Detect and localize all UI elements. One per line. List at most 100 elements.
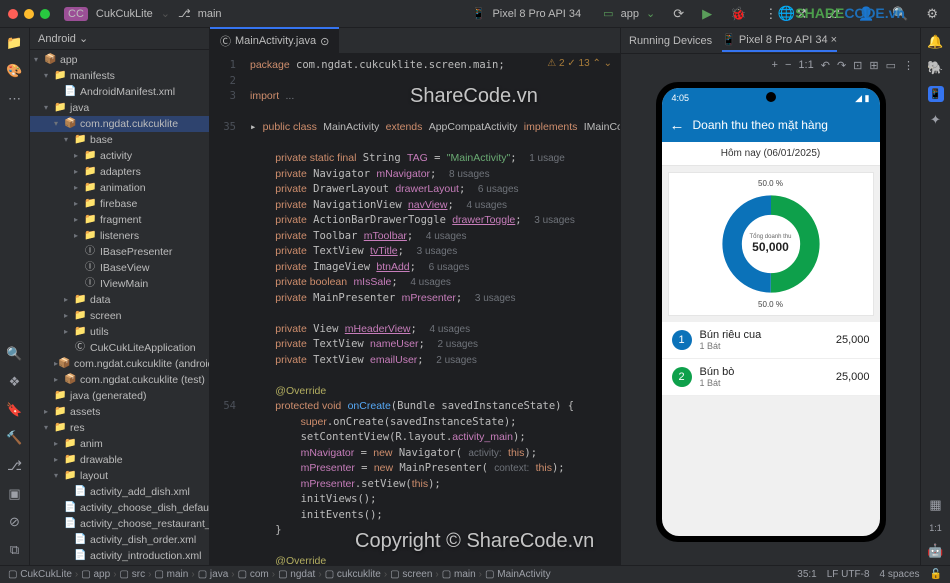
device-panel: Running Devices 📱 Pixel 8 Pro API 34 × +… [620, 28, 920, 565]
list-item[interactable]: 2Bún bò1 Bát25,000 [662, 359, 880, 396]
tree-item[interactable]: 📄activity_choose_dish_default.x [30, 500, 209, 516]
indent-info[interactable]: 4 spaces [880, 569, 920, 580]
tree-item[interactable]: 📁java (generated) [30, 388, 209, 404]
back-button[interactable]: ← [670, 117, 685, 134]
tree-item[interactable]: ▸📁listeners [30, 228, 209, 244]
bookmarks-icon[interactable]: 🔖 [6, 401, 24, 419]
zoom-fit-icon[interactable]: 1:1 [798, 59, 813, 71]
readonly-icon[interactable]: 🔓 [930, 569, 942, 580]
running-devices-label[interactable]: Running Devices [629, 35, 712, 47]
inspection-widget[interactable]: ⚠ 2 ✓ 13 ⌃ ⌄ [547, 58, 612, 69]
device-manager-icon[interactable]: 📱 [928, 86, 944, 102]
tree-item[interactable]: ⒾIBaseView [30, 260, 209, 276]
device-selector[interactable]: 📱 Pixel 8 Pro API 34 [472, 7, 585, 20]
ai-assistant-icon[interactable]: ✦ [930, 112, 941, 128]
resource-manager-icon[interactable]: 🎨 [6, 62, 24, 80]
toggle-icon[interactable]: ⊞ [869, 59, 878, 72]
caret-position[interactable]: 35:1 [797, 569, 816, 580]
editor-tabs: Ⓒ MainActivity.java ⊙ [210, 28, 620, 54]
zoom-out-icon[interactable]: − [785, 59, 791, 71]
tree-item[interactable]: ▾📦com.ngdat.cukcuklite [30, 116, 209, 132]
settings-icon[interactable]: ⚙ [926, 6, 938, 22]
structure-icon[interactable]: ❖ [6, 373, 24, 391]
services-icon[interactable]: ▣ [6, 485, 24, 503]
tree-item[interactable]: ▾📁java [30, 100, 209, 116]
aspect-ratio-icon[interactable]: 1:1 [929, 523, 942, 533]
screenshot-icon[interactable]: ⊡ [853, 59, 862, 72]
tree-item[interactable]: ⒾIBasePresenter [30, 244, 209, 260]
tree-item[interactable]: ▾📁manifests [30, 68, 209, 84]
project-tool-icon[interactable]: 📁 [6, 34, 24, 52]
project-tree[interactable]: ▾📦app▾📁manifests📄AndroidManifest.xml▾📁ja… [30, 50, 209, 565]
refresh-icon[interactable]: ⟳ [673, 6, 684, 22]
tree-item[interactable]: 📄AndroidManifest.xml [30, 84, 209, 100]
notifications-icon[interactable]: 🔔 [927, 34, 943, 50]
breadcrumb[interactable]: ▢ CukCukLite›▢ app›▢ src›▢ main›▢ java›▢… [8, 569, 551, 580]
donut-chart: Tổng doanh thu 50,000 [721, 194, 821, 294]
tree-item[interactable]: 📄activity_main.xml [30, 564, 209, 565]
more-icon[interactable]: ⋮ [764, 6, 777, 22]
tree-item[interactable]: ▸📦com.ngdat.cukcuklite (androidTe [30, 356, 209, 372]
camera-notch [766, 92, 776, 102]
layout-inspector-icon[interactable]: ▦ [929, 497, 941, 513]
tree-item[interactable]: 📄activity_introduction.xml [30, 548, 209, 564]
zoom-in-icon[interactable]: + [772, 59, 778, 71]
more-tool-icon[interactable]: ⋯ [6, 90, 24, 108]
line-numbers: 123 35 54 [210, 54, 242, 565]
rotate-right-icon[interactable]: ↷ [837, 59, 846, 72]
tree-item[interactable]: ▸📁assets [30, 404, 209, 420]
pin-icon[interactable]: ⊙ [320, 35, 329, 48]
run-icon[interactable]: ▶ [702, 6, 712, 22]
debug-icon[interactable]: 🐞 [730, 6, 746, 22]
tree-item[interactable]: ▾📦app [30, 52, 209, 68]
editor-area: Ⓒ MainActivity.java ⊙ ⚠ 2 ✓ 13 ⌃ ⌄ 123 3… [210, 28, 620, 565]
tree-item[interactable]: ▾📁base [30, 132, 209, 148]
tree-item[interactable]: ▸📁screen [30, 308, 209, 324]
tree-item[interactable]: ▸📁anim [30, 436, 209, 452]
minimize-button[interactable] [24, 9, 34, 19]
more-icon[interactable]: ⋮ [903, 59, 914, 72]
tree-item[interactable]: ▸📁data [30, 292, 209, 308]
device-toolbar: + − 1:1 ↶ ↷ ⊡ ⊞ ▭ ⋮ [621, 54, 920, 76]
tree-item[interactable]: ▸📁activity [30, 148, 209, 164]
tree-item[interactable]: ▸📁utils [30, 324, 209, 340]
vcs-branch[interactable]: ⎇ main [178, 7, 226, 20]
phone-screen[interactable]: 4:05◢ ▮ ← Doanh thu theo mặt hàng Hôm na… [662, 88, 880, 536]
rotate-left-icon[interactable]: ↶ [821, 59, 830, 72]
build-tool-icon[interactable]: 🔨 [6, 429, 24, 447]
tree-item[interactable]: ▾📁res [30, 420, 209, 436]
tree-item[interactable]: ▾📁layout [30, 468, 209, 484]
find-icon[interactable]: 🔍 [6, 345, 24, 363]
tree-item[interactable]: 📄activity_choose_restaurant_ty [30, 516, 209, 532]
run-config[interactable]: ▭ app ⌄ [603, 7, 655, 20]
tree-item[interactable]: ▸📁drawable [30, 452, 209, 468]
maximize-button[interactable] [40, 9, 50, 19]
tree-item[interactable]: ▸📁firebase [30, 196, 209, 212]
tree-item[interactable]: 📄activity_dish_order.xml [30, 532, 209, 548]
appbar-title: Doanh thu theo mặt hàng [693, 118, 828, 132]
display-settings-icon[interactable]: ▭ [886, 59, 896, 72]
list-item[interactable]: 1Bún riêu cua1 Bát25,000 [662, 322, 880, 359]
project-sidebar: Android ⌄ ▾📦app▾📁manifests📄AndroidManife… [30, 28, 210, 565]
git-tool-icon[interactable]: ⎇ [6, 457, 24, 475]
sidebar-header[interactable]: Android ⌄ [30, 28, 209, 50]
date-selector[interactable]: Hôm nay (06/01/2025) [662, 142, 880, 166]
project-name[interactable]: CukCukLite [96, 8, 153, 20]
problems-icon[interactable]: ⊘ [6, 513, 24, 531]
tree-item[interactable]: ▸📁fragment [30, 212, 209, 228]
android-icon[interactable]: 🤖 [927, 543, 943, 559]
tab-mainactivity[interactable]: Ⓒ MainActivity.java ⊙ [210, 27, 339, 53]
tree-item[interactable]: ▸📁animation [30, 180, 209, 196]
tree-item[interactable]: ▸📦com.ngdat.cukcuklite (test) [30, 372, 209, 388]
gradle-icon[interactable]: 🐘 [927, 60, 943, 76]
tree-item[interactable]: ⒾIViewMain [30, 276, 209, 292]
tree-item[interactable]: 📄activity_add_dish.xml [30, 484, 209, 500]
close-button[interactable] [8, 9, 18, 19]
tree-item[interactable]: ▸📁adapters [30, 164, 209, 180]
device-tab[interactable]: 📱 Pixel 8 Pro API 34 × [722, 29, 837, 52]
terminal-icon[interactable]: ⧉ [6, 541, 24, 559]
code-editor[interactable]: package com.ngdat.cukcuklite.screen.main… [242, 54, 620, 565]
line-ending[interactable]: LF UTF-8 [827, 569, 870, 580]
tree-item[interactable]: ⒸCukCukLiteApplication [30, 340, 209, 356]
window-controls [8, 9, 50, 19]
